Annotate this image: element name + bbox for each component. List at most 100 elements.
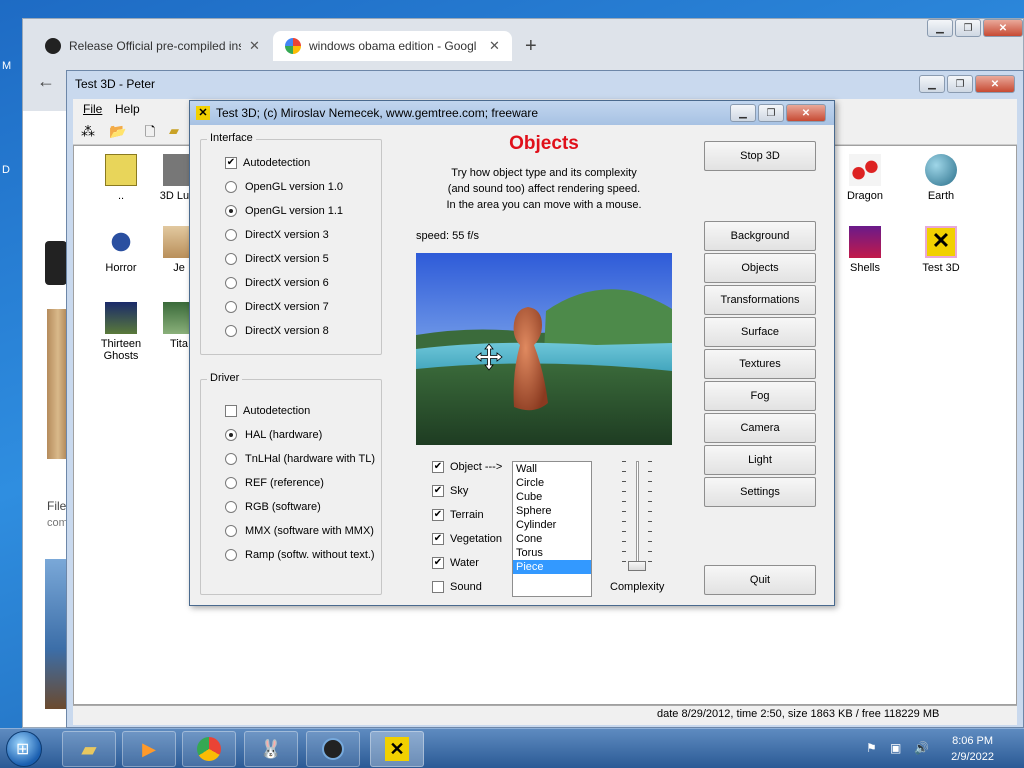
toggle-sky[interactable]: ✔ Sky	[432, 485, 468, 497]
taskbar-app[interactable]	[306, 731, 360, 767]
minimize-button[interactable]: ▁	[730, 104, 756, 122]
driver-option[interactable]: HAL (hardware)	[225, 429, 322, 441]
toggle-object[interactable]: ✔ Object --->	[432, 461, 502, 473]
radio-button-selected[interactable]	[225, 205, 237, 217]
file-icon-item[interactable]: Shells	[830, 226, 900, 274]
radio-button[interactable]	[225, 301, 237, 313]
maximize-button[interactable]: ❐	[947, 75, 973, 93]
new-file-icon[interactable]: 🗋	[145, 123, 155, 145]
taskbar-explorer[interactable]: ▰	[62, 731, 116, 767]
fog-button[interactable]: Fog	[704, 381, 816, 411]
complexity-slider[interactable]	[622, 461, 652, 573]
taskbar-test3d[interactable]: ✕	[370, 731, 424, 767]
driver-option[interactable]: Autodetection	[225, 405, 310, 417]
file-icon-item[interactable]: Dragon	[830, 154, 900, 202]
clock[interactable]: 8:06 PM 2/9/2022	[951, 733, 994, 765]
close-button[interactable]: ✕	[975, 75, 1015, 93]
radio-button-selected[interactable]	[225, 429, 237, 441]
settings-button[interactable]: Settings	[704, 477, 816, 507]
transformations-button[interactable]: Transformations	[704, 285, 816, 315]
stop-3d-button[interactable]: Stop 3D	[704, 141, 816, 171]
surface-button[interactable]: Surface	[704, 317, 816, 347]
interface-option[interactable]: DirectX version 5	[225, 253, 329, 265]
minimize-button[interactable]: ▁	[919, 75, 945, 93]
objects-button[interactable]: Objects	[704, 253, 816, 283]
radio-button[interactable]	[225, 453, 237, 465]
checkbox[interactable]	[432, 581, 444, 593]
flag-icon[interactable]: ⚑	[866, 741, 877, 755]
checkbox[interactable]	[225, 405, 237, 417]
driver-option[interactable]: Ramp (softw. without text.)	[225, 549, 375, 561]
background-button[interactable]: Background	[704, 221, 816, 251]
radio-button[interactable]	[225, 277, 237, 289]
radio-button[interactable]	[225, 501, 237, 513]
list-item[interactable]: Sphere	[513, 504, 591, 518]
tree-icon[interactable]: ⁂	[81, 123, 95, 140]
checkbox[interactable]: ✔	[225, 157, 237, 169]
maximize-button[interactable]: ❐	[955, 19, 981, 37]
object-listbox[interactable]: Wall Circle Cube Sphere Cylinder Cone To…	[512, 461, 592, 597]
file-icon-item[interactable]: ✕ Test 3D	[906, 226, 976, 274]
slider-thumb[interactable]	[628, 561, 646, 571]
driver-option[interactable]: MMX (software with MMX)	[225, 525, 374, 537]
checkbox[interactable]: ✔	[432, 509, 444, 521]
light-button[interactable]: Light	[704, 445, 816, 475]
start-button[interactable]: ⊞	[6, 731, 42, 767]
volume-icon[interactable]: 🔊	[914, 741, 929, 755]
file-icon-item[interactable]: Earth	[906, 154, 976, 202]
checkbox[interactable]: ✔	[432, 533, 444, 545]
radio-button[interactable]	[225, 253, 237, 265]
textures-button[interactable]: Textures	[704, 349, 816, 379]
open-folder-icon[interactable]: 📂	[109, 123, 126, 140]
close-icon[interactable]: ✕	[489, 38, 500, 54]
toggle-terrain[interactable]: ✔ Terrain	[432, 509, 484, 521]
checkbox[interactable]: ✔	[432, 557, 444, 569]
interface-option[interactable]: DirectX version 6	[225, 277, 329, 289]
toggle-vegetation[interactable]: ✔ Vegetation	[432, 533, 502, 545]
toggle-water[interactable]: ✔ Water	[432, 557, 479, 569]
close-button[interactable]: ✕	[983, 19, 1023, 37]
interface-option[interactable]: OpenGL version 1.1	[225, 205, 343, 217]
toggle-sound[interactable]: Sound	[432, 581, 482, 593]
list-item[interactable]: Torus	[513, 546, 591, 560]
radio-button[interactable]	[225, 477, 237, 489]
browser-tab[interactable]: Release Official pre-compiled ins ✕	[33, 31, 272, 61]
network-icon[interactable]: ▣	[890, 741, 901, 755]
driver-option[interactable]: TnLHal (hardware with TL)	[225, 453, 375, 465]
menu-help[interactable]: Help	[115, 102, 140, 116]
folder-icon[interactable]: ▰	[169, 123, 179, 139]
taskbar-chrome[interactable]	[182, 731, 236, 767]
list-item[interactable]: Cube	[513, 490, 591, 504]
radio-button[interactable]	[225, 325, 237, 337]
maximize-button[interactable]: ❐	[758, 104, 784, 122]
quit-button[interactable]: Quit	[704, 565, 816, 595]
close-button[interactable]: ✕	[786, 104, 826, 122]
interface-option[interactable]: OpenGL version 1.0	[225, 181, 343, 193]
list-item[interactable]: Wall	[513, 462, 591, 476]
radio-button[interactable]	[225, 549, 237, 561]
list-item[interactable]: Cylinder	[513, 518, 591, 532]
radio-button[interactable]	[225, 525, 237, 537]
3d-viewport[interactable]	[416, 253, 672, 445]
list-item[interactable]: Cone	[513, 532, 591, 546]
radio-button[interactable]	[225, 181, 237, 193]
back-button[interactable]: ←	[37, 71, 55, 92]
list-item[interactable]: Circle	[513, 476, 591, 490]
menu-file[interactable]: File	[83, 102, 102, 116]
interface-option[interactable]: DirectX version 7	[225, 301, 329, 313]
new-tab-button[interactable]: +	[525, 35, 537, 58]
camera-button[interactable]: Camera	[704, 413, 816, 443]
checkbox[interactable]: ✔	[432, 461, 444, 473]
browser-tab-active[interactable]: windows obama edition - Googl ✕	[273, 31, 512, 61]
driver-option[interactable]: RGB (software)	[225, 501, 321, 513]
close-icon[interactable]: ✕	[249, 38, 260, 54]
driver-option[interactable]: REF (reference)	[225, 477, 324, 489]
list-item-selected[interactable]: Piece	[513, 560, 591, 574]
interface-option[interactable]: DirectX version 8	[225, 325, 329, 337]
radio-button[interactable]	[225, 229, 237, 241]
interface-option[interactable]: DirectX version 3	[225, 229, 329, 241]
minimize-button[interactable]: ▁	[927, 19, 953, 37]
taskbar-app[interactable]: 🐰	[244, 731, 298, 767]
interface-option[interactable]: ✔ Autodetection	[225, 157, 310, 169]
taskbar-media-player[interactable]: ▶	[122, 731, 176, 767]
